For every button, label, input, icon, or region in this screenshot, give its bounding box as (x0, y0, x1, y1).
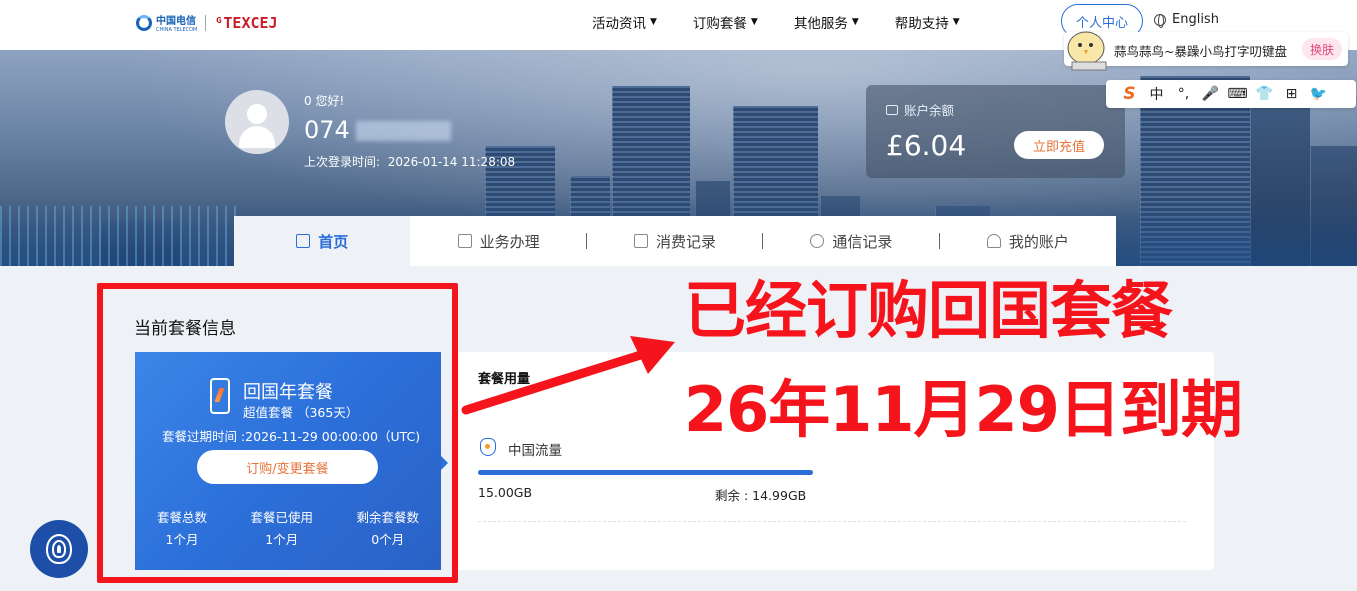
annotation-arrow-icon (461, 336, 675, 415)
shirt-skin-icon[interactable]: 👕 (1251, 83, 1278, 105)
usage-remaining: 剩余 : 14.99GB (715, 488, 807, 503)
main-nav: 活动资讯 ▼ 订购套餐 ▼ 其他服务 ▼ 帮助支持 ▼ (592, 12, 960, 32)
user-icon (986, 234, 1001, 248)
recharge-button[interactable]: 立即充值 (1014, 131, 1104, 159)
annotation-line-2: 26年11月29日到期 (684, 373, 1243, 446)
bird-icon[interactable]: 🐦 (1305, 83, 1332, 105)
caret-down-icon: ▼ (952, 17, 960, 27)
data-shield-icon (480, 438, 496, 456)
bird-mascot-icon (1067, 31, 1107, 71)
phone-redacted (355, 121, 451, 141)
nav-item-label: 订购套餐 (692, 16, 747, 32)
last-login-label: 上次登录时间: (304, 155, 381, 169)
sogou-logo-icon[interactable]: S (1116, 83, 1143, 105)
user-greeting: 0 您好! (304, 94, 345, 108)
nav-item-other-services[interactable]: 其他服务 ▼ (794, 12, 859, 32)
avatar-body (239, 126, 275, 148)
ime-status-bar: 蒜鸟蒜鸟~暴躁小鸟打字叨键盘 换肤 (1064, 31, 1348, 71)
logo-divider (205, 14, 207, 31)
fingerprint-icon (46, 534, 72, 564)
fingerprint-button[interactable] (30, 520, 88, 578)
tab-billing-records[interactable]: 消费记录 (587, 216, 764, 266)
annotation-line-1: 已经订购回国套餐 (684, 274, 1173, 347)
nav-item-label: 其他服务 (793, 16, 848, 32)
usage-progress-fill (478, 470, 813, 475)
language-switch[interactable]: English (1154, 12, 1219, 28)
city-lights (0, 206, 240, 266)
last-login: 上次登录时间: 2026-01-14 11:28:08 (304, 153, 515, 170)
wallet-icon (886, 104, 898, 115)
last-login-value: 2026-01-14 11:28:08 (387, 155, 516, 169)
clock-receipt-icon (634, 234, 648, 248)
balance-label-row: 账户余额 (886, 100, 954, 119)
usage-item-name: 中国流量 (508, 443, 562, 459)
microphone-icon[interactable]: 🎤 (1197, 83, 1224, 105)
grid-menu-icon[interactable]: ⊞ (1278, 83, 1305, 105)
tab-label: 我的账户 (1008, 232, 1069, 251)
document-edit-icon (457, 234, 472, 248)
main-tabs: 首页 业务办理 消费记录 通信记录 我的账户 (234, 216, 1116, 266)
avatar[interactable] (225, 90, 289, 154)
tab-label: 业务办理 (479, 232, 540, 251)
language-label: English (1172, 12, 1219, 27)
caret-down-icon: ▼ (750, 17, 758, 27)
ime-chinese-mode[interactable]: 中 (1143, 83, 1170, 105)
usage-total: 15.00GB (478, 485, 533, 500)
nav-item-label: 帮助支持 (894, 16, 949, 32)
signal-icon (810, 234, 825, 248)
ime-toolbar: S 中 °, 🎤 ⌨ 👕 ⊞ 🐦 (1106, 80, 1356, 108)
tab-home[interactable]: 首页 (234, 216, 411, 266)
dashed-divider (478, 521, 1186, 522)
china-telecom-logo-icon (136, 14, 152, 31)
nav-item-help[interactable]: 帮助支持 ▼ (895, 12, 960, 32)
home-icon (296, 234, 311, 248)
tab-my-account[interactable]: 我的账户 (940, 216, 1116, 266)
balance-amount: £6.04 (886, 129, 967, 162)
highlight-box (97, 283, 458, 583)
nav-item-activities[interactable]: 活动资讯 ▼ (592, 12, 657, 32)
china-telecom-logo: 中国电信 CHINA TELECOM (136, 12, 197, 33)
tab-label: 消费记录 (656, 232, 717, 251)
tab-business[interactable]: 业务办理 (410, 216, 587, 266)
balance-panel: 账户余额 £6.04 立即充值 (866, 85, 1125, 178)
keyboard-icon[interactable]: ⌨ (1224, 83, 1251, 105)
tab-label: 通信记录 (832, 232, 893, 251)
ime-status-text: 蒜鸟蒜鸟~暴躁小鸟打字叨键盘 (1114, 44, 1287, 59)
logo-ct-sub: CHINA TELECOM (156, 27, 198, 33)
brand-logo: ᴳTEXCEJ (214, 13, 278, 32)
avatar-head (247, 104, 267, 124)
nav-item-label: 活动资讯 (592, 16, 646, 32)
caret-down-icon: ▼ (851, 17, 859, 27)
caret-down-icon: ▼ (650, 17, 657, 27)
nav-item-packages[interactable]: 订购套餐 ▼ (693, 12, 758, 32)
usage-progress-bar (478, 470, 813, 475)
punctuation-icon[interactable]: °, (1170, 83, 1197, 105)
tab-call-records[interactable]: 通信记录 (763, 216, 940, 266)
user-phone: 074 (304, 116, 451, 144)
globe-icon (1154, 13, 1166, 28)
logo[interactable]: 中国电信 CHINA TELECOM ᴳTEXCEJ (136, 12, 278, 33)
tab-label: 首页 (318, 232, 349, 251)
balance-label: 账户余额 (904, 103, 955, 118)
phone-prefix: 074 (304, 116, 350, 144)
ime-skin-button[interactable]: 换肤 (1302, 38, 1342, 60)
logo-ct-text: 中国电信 (156, 16, 196, 27)
